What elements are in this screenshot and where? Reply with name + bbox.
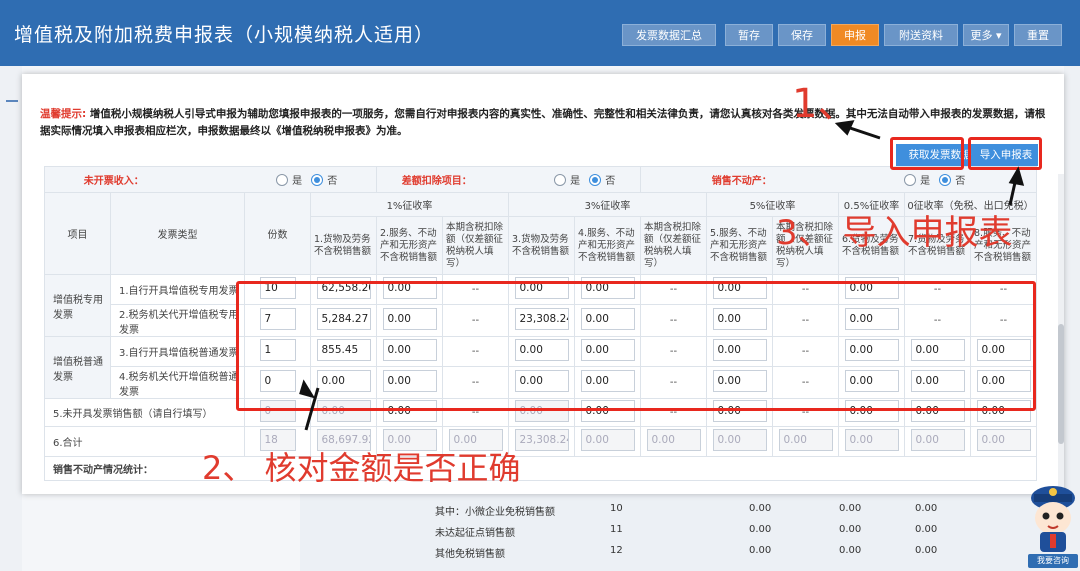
arrow-step3-head <box>1008 166 1025 186</box>
arrow-step1-head <box>834 120 855 136</box>
consult-button[interactable]: 我要咨询 <box>1028 554 1078 568</box>
annotation-arrows <box>299 120 1025 431</box>
arrow-icon <box>299 120 1025 431</box>
arrow-step2-head <box>299 379 316 399</box>
